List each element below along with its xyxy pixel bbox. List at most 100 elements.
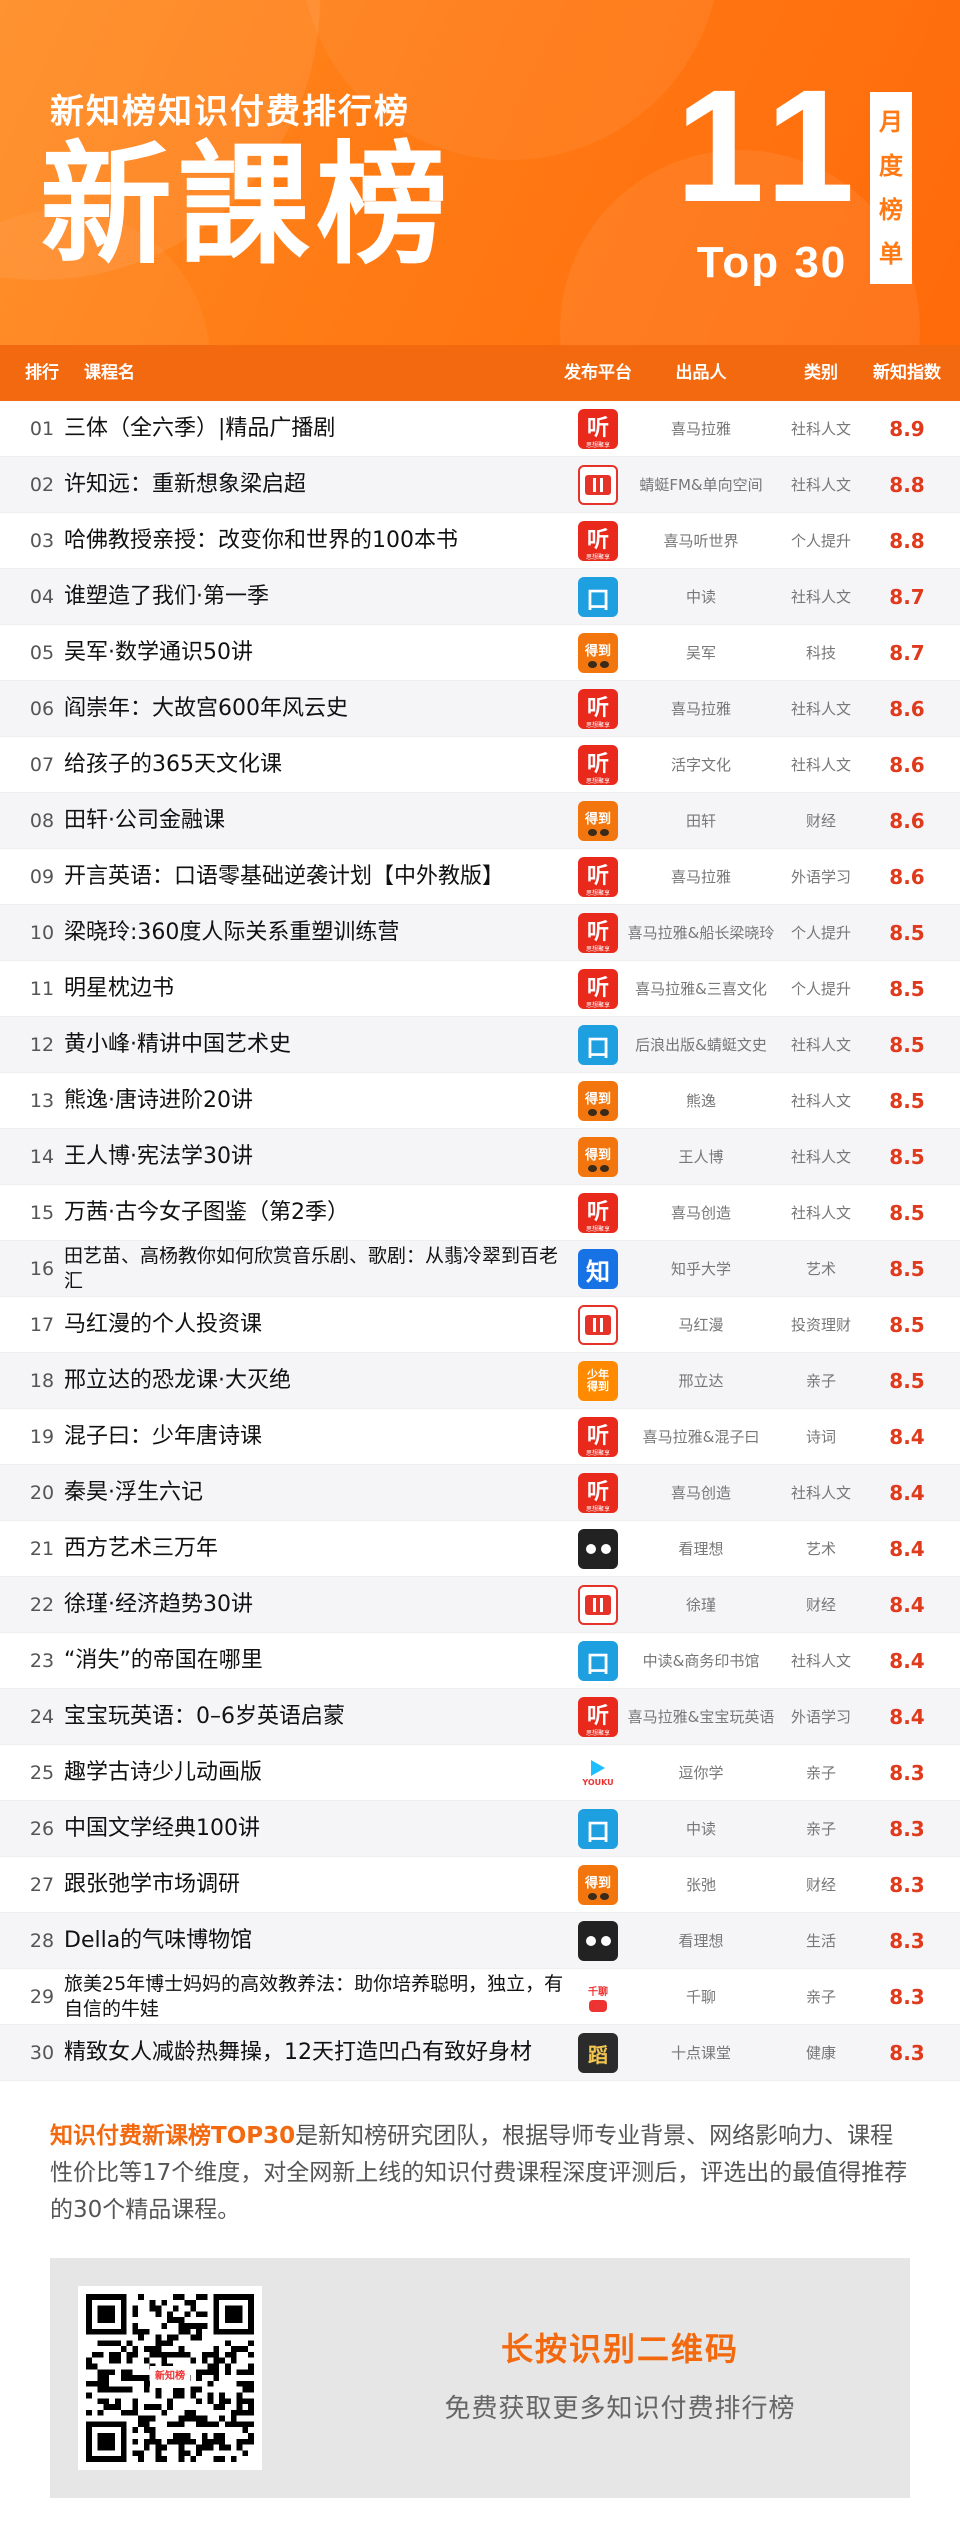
table-row[interactable]: 16 田艺苗、高杨教你如何欣赏音乐剧、歌剧：从翡冷翠到百老汇知 知乎大学 艺术 8.5 xyxy=(0,1241,960,1297)
table-row[interactable]: 26 中国文学经典100讲 口 中读 亲子 8.3 xyxy=(0,1801,960,1857)
row-publisher: 后浪出版&蜻蜓文史 xyxy=(635,1036,767,1054)
row-rank: 09 xyxy=(29,866,55,888)
table-row[interactable]: 02 许知远：重新想象梁启超 蜻蜓FM&单向空间 社科人文 8.8 xyxy=(0,457,960,513)
row-score: 8.8 xyxy=(889,473,925,497)
ting-icon: 听思想聚享 xyxy=(578,913,618,953)
row-course-name: 阎崇年：大故宫600年风云史 xyxy=(64,695,348,721)
qingting-icon xyxy=(578,1585,618,1625)
row-course-name: 趣学古诗少儿动画版 xyxy=(64,1759,263,1785)
table-row[interactable]: 06 阎崇年：大故宫600年风云史 听思想聚享 喜马拉雅 社科人文 8.6 xyxy=(0,681,960,737)
row-rank: 30 xyxy=(29,2042,55,2064)
table-row[interactable]: 08 田轩·公司金融课 得到 田轩 财经 8.6 xyxy=(0,793,960,849)
ting-icon: 听思想聚享 xyxy=(578,969,618,1009)
row-score: 8.6 xyxy=(889,809,925,833)
row-rank: 19 xyxy=(29,1426,55,1448)
table-row[interactable]: 03 哈佛教授亲授：改变你和世界的100本书 听思想聚享 喜马听世界 个人提升 8.8 xyxy=(0,513,960,569)
row-score: 8.7 xyxy=(889,641,925,665)
row-publisher: 王人博 xyxy=(678,1148,724,1166)
col-category-header: 类别 xyxy=(804,363,838,383)
table-row[interactable]: 04 谁塑造了我们·第一季 口 中读 社科人文 8.7 xyxy=(0,569,960,625)
row-category: 财经 xyxy=(805,812,836,830)
row-score: 8.4 xyxy=(889,1537,925,1561)
row-score: 8.5 xyxy=(889,1201,925,1225)
row-publisher: 知乎大学 xyxy=(670,1260,731,1278)
shidian-icon: 蹈 xyxy=(578,2033,618,2073)
row-category: 外语学习 xyxy=(790,868,851,886)
row-rank: 21 xyxy=(29,1538,55,1560)
row-rank: 08 xyxy=(29,810,55,832)
qr-card: 新知榜 长按识别二维码 免费获取更多知识付费排行榜 xyxy=(50,2258,910,2498)
table-row[interactable]: 27 跟张弛学市场调研 得到 张弛 财经 8.3 xyxy=(0,1857,960,1913)
row-publisher: 喜马创造 xyxy=(670,1204,731,1222)
table-row[interactable]: 20 秦昊·浮生六记 听思想聚享 喜马创造 社科人文 8.4 xyxy=(0,1465,960,1521)
ting-icon: 听思想聚享 xyxy=(578,1417,618,1457)
row-publisher: 吴军 xyxy=(685,644,716,662)
row-score: 8.5 xyxy=(889,921,925,945)
row-rank: 29 xyxy=(29,1986,55,2008)
table-row[interactable]: 23 “消失”的帝国在哪里 口 中读&商务印书馆 社科人文 8.4 xyxy=(0,1633,960,1689)
row-category: 财经 xyxy=(805,1596,836,1614)
table-row[interactable]: 13 熊逸·唐诗进阶20讲 得到 熊逸 社科人文 8.5 xyxy=(0,1073,960,1129)
row-publisher: 田轩 xyxy=(685,812,716,830)
table-row[interactable]: 19 混子曰：少年唐诗课 听思想聚享 喜马拉雅&混子曰 诗词 8.4 xyxy=(0,1409,960,1465)
table-row[interactable]: 24 宝宝玩英语：0–6岁英语启蒙 听思想聚享 喜马拉雅&宝宝玩英语 外语学习 8.4 xyxy=(0,1689,960,1745)
row-category: 社科人文 xyxy=(790,1092,851,1110)
table-row[interactable]: 29 旅美25年博士妈妈的高效教养法：助你培养聪明，独立，有自信的牛娃 千聊 千聊 亲子… xyxy=(0,1969,960,2025)
row-course-name: 旅美25年博士妈妈的高效教养法：助你培养聪明，独立，有自信的牛娃 xyxy=(64,1973,564,2020)
row-category: 个人提升 xyxy=(790,980,851,998)
kanlixiang-icon xyxy=(578,1529,618,1569)
row-publisher: 张弛 xyxy=(685,1876,716,1894)
row-publisher: 喜马听世界 xyxy=(663,532,739,550)
header-banner: 新知榜知识付费排行榜 新課榜 11 Top 30 月 度 榜 单 xyxy=(0,0,960,345)
row-rank: 15 xyxy=(29,1202,55,1224)
row-category: 社科人文 xyxy=(790,700,851,718)
row-publisher: 活字文化 xyxy=(670,756,731,774)
description: 知识付费新课榜TOP30是新知榜研究团队，根据导师专业背景、网络影响力、课程性价… xyxy=(50,2118,910,2229)
table-row[interactable]: 22 徐瑾·经济趋势30讲 徐瑾 财经 8.4 xyxy=(0,1577,960,1633)
table-row[interactable]: 14 王人博·宪法学30讲 得到 王人博 社科人文 8.5 xyxy=(0,1129,960,1185)
top-label: Top 30 xyxy=(696,238,848,287)
table-row[interactable]: 01 三体（全六季）|精品广播剧 听思想聚享 喜马拉雅 社科人文 8.9 xyxy=(0,401,960,457)
row-course-name: 三体（全六季）|精品广播剧 xyxy=(64,415,336,441)
qr-code[interactable]: 新知榜 xyxy=(78,2286,262,2470)
row-rank: 03 xyxy=(29,530,55,552)
row-category: 社科人文 xyxy=(790,1652,851,1670)
row-course-name: 徐瑾·经济趋势30讲 xyxy=(64,1591,253,1617)
table-row[interactable]: 30 精致女人减龄热舞操，12天打造凹凸有致好身材 蹈 十点课堂 健康 8.3 xyxy=(0,2025,960,2081)
table-row[interactable]: 28 Della的气味博物馆 看理想 生活 8.3 xyxy=(0,1913,960,1969)
row-publisher: 熊逸 xyxy=(685,1092,716,1110)
row-rank: 20 xyxy=(29,1482,55,1504)
row-category: 艺术 xyxy=(805,1260,836,1278)
row-publisher: 喜马拉雅 xyxy=(670,420,731,438)
row-score: 8.6 xyxy=(889,697,925,721)
row-category: 亲子 xyxy=(805,1764,836,1782)
table-row[interactable]: 21 西方艺术三万年 看理想 艺术 8.4 xyxy=(0,1521,960,1577)
table-row[interactable]: 11 明星枕边书 听思想聚享 喜马拉雅&三喜文化 个人提升 8.5 xyxy=(0,961,960,1017)
row-score: 8.4 xyxy=(889,1425,925,1449)
row-rank: 25 xyxy=(29,1762,55,1784)
table-row[interactable]: 25 趣学古诗少儿动画版 YOUKU 逗你学 亲子 8.3 xyxy=(0,1745,960,1801)
zhongdu-icon: 口 xyxy=(578,1025,618,1065)
row-course-name: 万茜·古今女子图鉴（第2季） xyxy=(64,1199,349,1225)
ting-icon: 听思想聚享 xyxy=(578,1473,618,1513)
table-row[interactable]: 18 邢立达的恐龙课·大灭绝 少年 得到 邢立达 亲子 8.5 xyxy=(0,1353,960,1409)
row-category: 科技 xyxy=(805,644,836,662)
row-rank: 18 xyxy=(29,1370,55,1392)
table-row[interactable]: 17 马红漫的个人投资课 马红漫 投资理财 8.5 xyxy=(0,1297,960,1353)
row-rank: 14 xyxy=(29,1146,55,1168)
table-row[interactable]: 15 万茜·古今女子图鉴（第2季） 听思想聚享 喜马创造 社科人文 8.5 xyxy=(0,1185,960,1241)
row-course-name: 王人博·宪法学30讲 xyxy=(64,1143,253,1169)
row-rank: 17 xyxy=(29,1314,55,1336)
row-category: 个人提升 xyxy=(790,532,851,550)
row-course-name: 吴军·数学通识50讲 xyxy=(64,639,253,665)
table-row[interactable]: 05 吴军·数学通识50讲 得到 吴军 科技 8.7 xyxy=(0,625,960,681)
row-course-name: 马红漫的个人投资课 xyxy=(64,1311,263,1337)
table-row[interactable]: 07 给孩子的365天文化课 听思想聚享 活字文化 社科人文 8.6 xyxy=(0,737,960,793)
dedao-icon: 得到 xyxy=(578,1865,618,1905)
table-row[interactable]: 09 开言英语：口语零基础逆袭计划【中外教版】 听思想聚享 喜马拉雅 外语学习 8.6 xyxy=(0,849,960,905)
table-row[interactable]: 12 黄小峰·精讲中国艺术史 口后浪出版&蜻蜓文史 社科人文 8.5 xyxy=(0,1017,960,1073)
row-course-name: 中国文学经典100讲 xyxy=(64,1815,260,1841)
table-row[interactable]: 10 梁晓玲:360度人际关系重塑训练营 听思想聚享 喜马拉雅&船长梁晓玲 个人提升 8.… xyxy=(0,905,960,961)
row-course-name: 跟张弛学市场调研 xyxy=(64,1871,241,1897)
row-course-name: 西方艺术三万年 xyxy=(64,1535,219,1561)
